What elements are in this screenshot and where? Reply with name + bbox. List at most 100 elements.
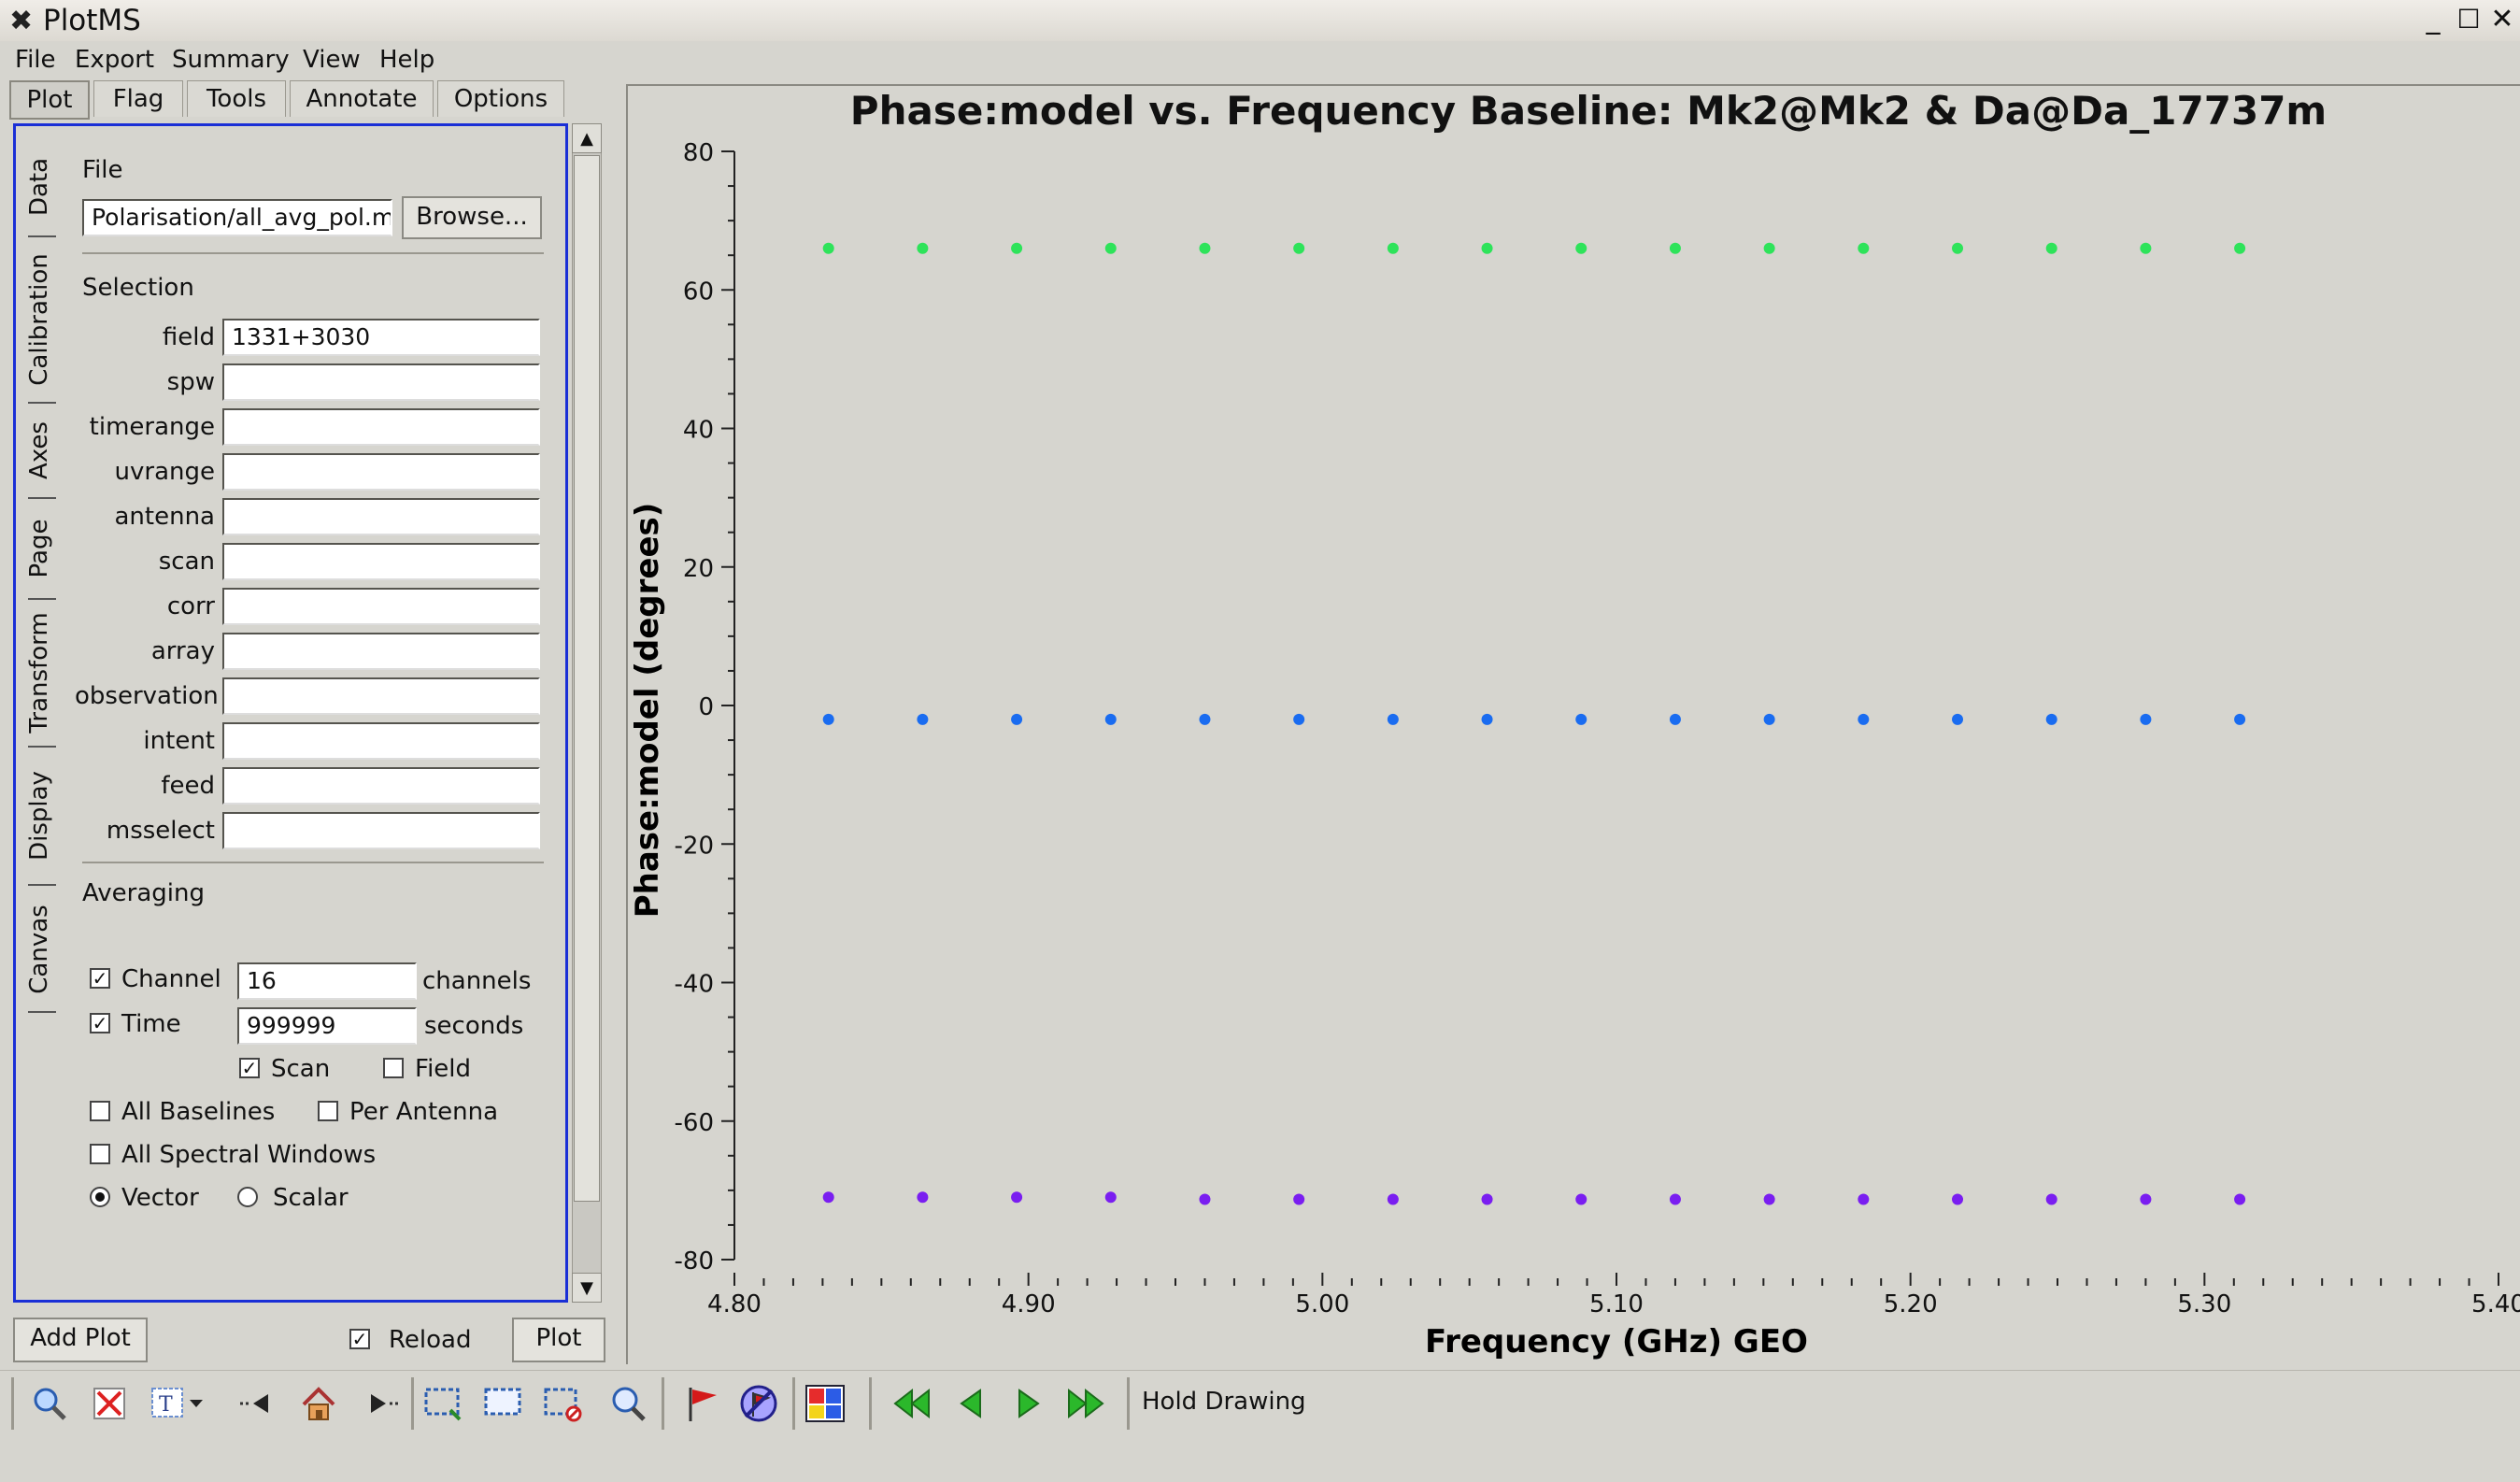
svg-text:T: T [159, 1393, 173, 1417]
data-point [2140, 1193, 2152, 1205]
menu-bar: File Export Summary View Help [0, 41, 2520, 78]
clear-regions-icon[interactable] [540, 1381, 587, 1426]
side-tab-divider [28, 235, 56, 237]
tab-annotate[interactable]: Annotate [290, 80, 434, 117]
all-spw-checkbox[interactable] [90, 1144, 110, 1164]
selection-label-timerange: timerange [89, 413, 215, 441]
data-point [1952, 242, 1964, 254]
corr-input[interactable] [222, 588, 540, 625]
data-point [1481, 1193, 1493, 1205]
vector-label: Vector [121, 1184, 199, 1212]
toolbar-separator [792, 1377, 795, 1430]
time-checkbox[interactable]: ✓ [90, 1013, 110, 1033]
data-point [1387, 1193, 1399, 1205]
x-axis-title: Frequency (GHz) GEO [1425, 1323, 1808, 1361]
step-forward-icon[interactable] [359, 1381, 406, 1426]
app-icon: ✖ [9, 5, 34, 37]
data-point [1387, 242, 1399, 254]
menu-view[interactable]: View [303, 44, 361, 76]
side-tab-transform[interactable]: Transform [19, 607, 60, 738]
iter-page-icon[interactable] [802, 1381, 848, 1426]
field-checkbox[interactable] [383, 1058, 404, 1078]
data-point [1199, 1193, 1211, 1205]
per-antenna-checkbox[interactable] [318, 1101, 338, 1121]
scan-checkbox[interactable]: ✓ [239, 1058, 260, 1078]
flag-icon[interactable] [678, 1381, 725, 1426]
unflag-icon[interactable] [736, 1381, 783, 1426]
side-tab-canvas[interactable]: Canvas [19, 893, 60, 1005]
menu-file[interactable]: File [15, 44, 56, 76]
browse-button[interactable]: Browse... [402, 196, 542, 239]
feed-input[interactable] [222, 767, 540, 805]
observation-input[interactable] [222, 677, 540, 715]
home-icon[interactable] [295, 1381, 342, 1426]
data-point [1011, 713, 1023, 725]
field-input[interactable]: 1331+3030 [222, 319, 540, 356]
side-tab-divider [28, 884, 56, 886]
antenna-input[interactable] [222, 498, 540, 535]
side-tab-calibration[interactable]: Calibration [19, 245, 60, 394]
scan-input[interactable] [222, 543, 540, 580]
menu-help[interactable]: Help [379, 44, 434, 76]
all-baselines-label: All Baselines [121, 1098, 276, 1126]
array-input[interactable] [222, 633, 540, 670]
spw-input[interactable] [222, 363, 540, 401]
data-point [1481, 242, 1493, 254]
next-page-icon[interactable] [1005, 1381, 1052, 1426]
file-path-input[interactable]: Polarisation/all_avg_pol.ms [82, 199, 392, 236]
data-point [1669, 242, 1681, 254]
scroll-down-icon[interactable]: ▼ [572, 1273, 602, 1303]
tab-options[interactable]: Options [437, 80, 564, 117]
step-back-icon[interactable] [234, 1381, 280, 1426]
previous-page-icon[interactable] [947, 1381, 994, 1426]
time-input[interactable]: 999999 [237, 1007, 417, 1045]
channel-input[interactable]: 16 [237, 962, 417, 1000]
selection-label-uvrange: uvrange [114, 458, 215, 486]
close-icon[interactable]: ✕ [2485, 6, 2519, 36]
channel-unit: channels [422, 967, 532, 995]
all-baselines-checkbox[interactable] [90, 1101, 110, 1121]
menu-export[interactable]: Export [75, 44, 154, 76]
last-page-icon[interactable] [1063, 1381, 1110, 1426]
annotate-text-icon[interactable]: T [146, 1381, 211, 1426]
select-region-icon[interactable] [420, 1381, 467, 1426]
y-tick-label: -40 [675, 971, 714, 999]
side-tab-divider [28, 1011, 56, 1013]
data-point [2234, 242, 2246, 254]
hold-drawing-button[interactable]: Hold Drawing [1142, 1383, 1306, 1420]
side-tab-axes[interactable]: Axes [19, 411, 60, 490]
first-page-icon[interactable] [888, 1381, 934, 1426]
uvrange-input[interactable] [222, 453, 540, 491]
msselect-input[interactable] [222, 812, 540, 849]
y-tick-label: 60 [683, 278, 714, 306]
side-tab-page[interactable]: Page [19, 506, 60, 591]
scroll-up-icon[interactable]: ▲ [572, 123, 602, 153]
channel-checkbox[interactable]: ✓ [90, 968, 110, 989]
plot-button[interactable]: Plot [512, 1318, 605, 1362]
tab-flag[interactable]: Flag [93, 80, 183, 117]
side-tab-display[interactable]: Display [19, 755, 60, 876]
reload-checkbox[interactable]: ✓ [349, 1329, 370, 1349]
menu-summary[interactable]: Summary [172, 44, 290, 76]
data-point [1669, 713, 1681, 725]
vector-radio[interactable] [90, 1187, 110, 1207]
zoom-icon[interactable] [26, 1381, 73, 1426]
add-plot-button[interactable]: Add Plot [13, 1318, 148, 1362]
time-label: Time [121, 1010, 181, 1038]
subtract-region-icon[interactable] [480, 1381, 527, 1426]
pan-icon[interactable] [86, 1381, 133, 1426]
intent-input[interactable] [222, 722, 540, 760]
data-point [2045, 713, 2057, 725]
tab-plot[interactable]: Plot [9, 80, 90, 120]
timerange-input[interactable] [222, 408, 540, 446]
scrollbar-thumb[interactable] [574, 155, 600, 1202]
title-bar: ✖ PlotMS _ ☐ ✕ [0, 0, 2520, 42]
data-point [2045, 242, 2057, 254]
locate-icon[interactable] [605, 1381, 652, 1426]
minimize-icon[interactable]: _ [2416, 6, 2450, 36]
scatter-chart[interactable]: 80 60 40 20 0 -20 -40 -60 -80 4.80 4.90 5.00 5.10 5.… [626, 131, 2520, 1364]
tab-tools[interactable]: Tools [187, 80, 286, 117]
scalar-radio[interactable] [237, 1187, 258, 1207]
side-tab-data[interactable]: Data [19, 146, 60, 228]
maximize-icon[interactable]: ☐ [2452, 6, 2485, 36]
